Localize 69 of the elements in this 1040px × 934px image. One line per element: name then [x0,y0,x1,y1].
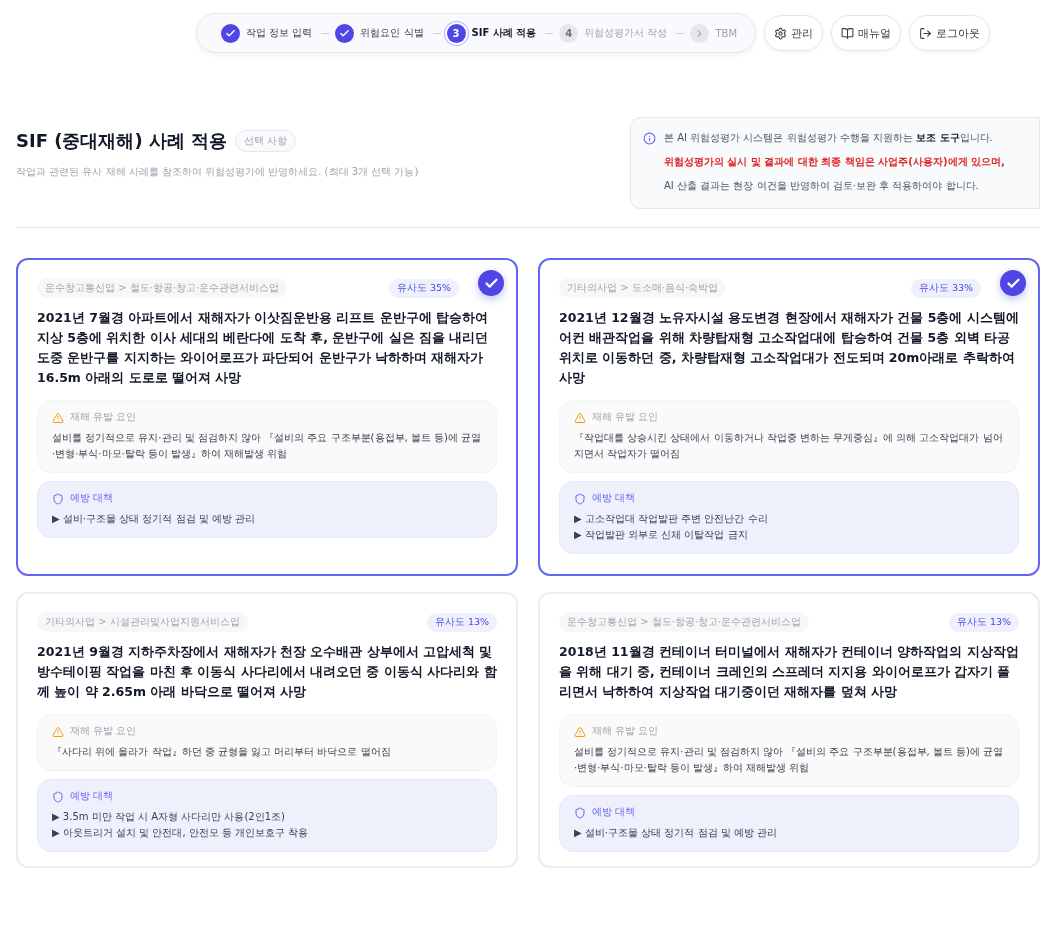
factor-label: 재해 유발 요인 [592,725,659,738]
measure-label: 예방 대책 [70,492,114,505]
warning-icon [574,411,586,424]
case-title: 2021년 7월경 아파트에서 재해자가 이삿짐운반용 리프트 운반구에 탑승하여 지상 5층에 위치한 이사 세대의 베란다에 도착 후, 운반구에 실은 짐을 내리던 도중 운반구를 지지하는 와이어로프가 파단되어 운반구가 낙하하며 재해자가 16.5m 아래의 도로로 떨어져 사망 [37,309,490,387]
optional-tag: 선택 사항 [235,130,297,152]
case-card[interactable] [538,258,1040,576]
category-tag: 기타의사업 > 도소매·음식·숙박업 [559,278,727,298]
step-item[interactable]: 4 위험성평가서 작성 [559,23,674,43]
check-icon [1000,270,1026,296]
similarity-tag: 유사도 35% [388,278,459,298]
step-item[interactable]: 작업 정보 입력 [221,23,319,43]
factor-text: 설비를 정기적으로 유지·관리 및 점검하지 않아 『설비의 주요 구조부분(용접부, 볼트 등)에 균열·변형·부식·마모·탈락 등이 발생』하여 재해발생 위험 [574,745,1004,775]
step-number: 3 [446,23,466,43]
step-item[interactable]: 위험요인 식별 [335,23,430,43]
step-label: 작업 정보 입력 [246,26,313,40]
category-tag: 운수창고통신업 > 철도·항공·창고·운수관련서비스업 [37,278,288,298]
header-button[interactable]: 로그아웃 [909,15,991,51]
check-icon [335,23,355,43]
case-title: 2021년 12월경 노유자시설 용도변경 현장에서 재해자가 건물 5층에 시스템에어컨 배관작업을 위해 차량탑재형 고소작업대에 탑승하여 건물 5층 외벽 타공 위치로 이동하던 중, 차량탑재형 고소작업대가 전도되며 20m아래로 추락하여 사망 [559,309,1019,387]
warning-icon [52,725,64,738]
measure-text: ▶ 3.5m 미만 작업 시 A자형 사다리만 사용(2인1조) [52,810,286,824]
shield-icon [52,790,64,803]
factor-label: 재해 유발 요인 [592,411,659,424]
warning-icon [52,411,64,424]
info-icon [643,132,656,145]
step-label: 위험성평가서 작성 [584,26,668,40]
measure-text: ▶ 설비·구조물 상태 정기적 점검 및 예방 관리 [574,826,779,840]
settings-icon [774,26,788,40]
page-title: SIF (중대재해) 사례 적용 [16,129,228,153]
factor-text: 설비를 정기적으로 유지·관리 및 점검하지 않아 『설비의 주요 구조부분(용접부, 볼트 등)에 균열·변형·부식·마모·탈락 등이 발생』하여 재해발생 위험 [52,431,482,461]
measure-text: ▶ 고소작업대 작업발판 주변 안전난간 수리 [574,512,769,526]
step-number: 4 [559,23,579,43]
step-label: TBM [715,27,738,39]
category-tag: 기타의사업 > 시설관리및사업지원서비스업 [37,612,248,632]
check-icon [221,23,240,43]
measure-label: 예방 대책 [592,492,636,505]
factor-label: 재해 유발 요인 [70,725,137,738]
case-title: 2018년 11월경 컨테이너 터미널에서 재해자가 컨테이너 양하작업의 지상작업을 위해 대기 중, 컨테이너 크레인의 스프레더 지지용 와이어로프가 갑자기 풀리면서 낙하하여 지상작업 대기중이던 재해자를 덮쳐 사망 [559,643,1019,701]
similarity-tag: 유사도 33% [910,278,981,298]
disclaimer-text: 위험성평가의 실시 및 결과에 대한 최종 책임은 사업주(사용자)에게 있으며, [664,155,1005,169]
chevron-right-icon [690,23,710,43]
case-title: 2021년 9월경 지하주차장에서 재해자가 천장 오수배관 상부에서 고압세척 및 방수테이핑 작업을 마친 후 이동식 사다리에서 내려오던 중 이동식 사다리와 함께 높이 약 2.65m 아래 바닥으로 떨어져 사망 [37,643,497,701]
similarity-tag: 유사도 13% [948,612,1019,632]
logout-icon [919,26,933,40]
shield-icon [52,492,64,505]
check-icon [478,270,504,296]
measure-text: ▶ 설비·구조물 상태 정기적 점검 및 예방 관리 [52,512,257,526]
warning-icon [574,725,586,738]
factor-label: 재해 유발 요인 [70,411,137,424]
book-icon [841,26,855,40]
shield-icon [574,806,586,819]
page-subtitle: 작업과 관련된 유사 재해 사례를 참조하여 위험성평가에 반영하세요. (최대 3개 선택 가능) [16,165,419,179]
step-item[interactable]: 3 SIF 사례 적용 [446,23,543,43]
shield-icon [574,492,586,505]
step-label: SIF 사례 적용 [471,26,537,40]
header-button[interactable]: 관리 [764,15,824,51]
case-card[interactable] [16,258,518,576]
disclaimer-text: AI 산출 결과는 현장 여건을 반영하여 검토·보완 후 적용하여야 합니다. [664,179,980,193]
disclaimer-text: 본 AI 위험성평가 시스템은 위험성평가 수행을 지원하는 보조 도구입니다. [664,131,994,145]
measure-label: 예방 대책 [70,790,114,803]
measure-text: ▶ 작업발판 외부로 신체 이탈작업 금지 [574,528,749,542]
similarity-tag: 유사도 13% [426,612,497,632]
measure-label: 예방 대책 [592,806,636,819]
factor-text: 『작업대를 상승시킨 상태에서 이동하거나 작업중 변하는 무게중심』에 의해 고소작업대가 넘어지면서 작업자가 떨어짐 [574,431,1004,461]
header-button[interactable]: 매뉴얼 [831,15,902,51]
category-tag: 운수창고통신업 > 철도·항공·창고·운수관련서비스업 [559,612,810,632]
measure-text: ▶ 아웃트리거 설치 및 안전대, 안전모 등 개인보호구 착용 [52,826,310,840]
step-label: 위험요인 식별 [360,26,424,40]
factor-text: 『사다리 위에 올라가 작업』하던 중 균형을 잃고 머리부터 바닥으로 떨어짐 [52,745,392,759]
